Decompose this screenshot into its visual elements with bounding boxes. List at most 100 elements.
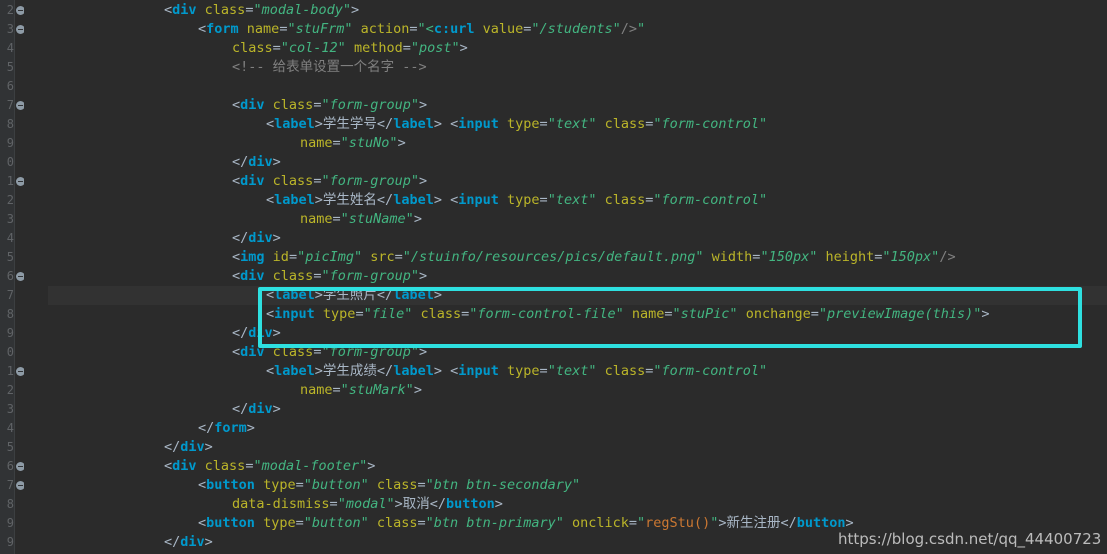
code-token-attr: class: [272, 97, 314, 113]
code-surface[interactable]: <div class="modal-body"> <form name="stuF…: [24, 0, 1107, 554]
code-line[interactable]: <label>学生学号</label> <input type="text" c…: [266, 115, 767, 134]
code-line[interactable]: <div class="form-group">: [232, 172, 427, 191]
code-line[interactable]: <div class="form-group">: [232, 267, 427, 286]
code-token-attr: name: [300, 211, 333, 227]
code-token-punc: <: [232, 249, 241, 265]
code-token-punc: >: [314, 192, 323, 208]
line-number: 7: [6, 288, 14, 302]
code-line[interactable]: <div class="modal-footer">: [164, 457, 375, 476]
code-token-val: "stuFrm": [287, 21, 353, 37]
code-line[interactable]: name="stuMark">: [300, 381, 422, 400]
code-token-tag: button: [206, 515, 255, 531]
code-token-punc: >: [419, 97, 428, 113]
code-token-punc: >: [351, 2, 360, 18]
code-line[interactable]: </div>: [232, 153, 281, 172]
code-token-punc: <: [266, 306, 275, 322]
code-line[interactable]: <form name="stuFrm" action="<c:url value…: [198, 20, 645, 39]
code-token-attr: class: [604, 192, 646, 208]
code-token-val: "picImg": [297, 249, 363, 265]
code-line[interactable]: class="col-12" method="post">: [232, 39, 468, 58]
code-line[interactable]: </div>: [232, 324, 281, 343]
code-token-punc: >: [433, 116, 442, 132]
code-token-val: "form-group": [321, 268, 419, 284]
code-token-attr: method: [353, 40, 403, 56]
code-line[interactable]: </div>: [232, 229, 281, 248]
code-token-punc: </: [164, 534, 181, 550]
code-token-attr: name: [631, 306, 665, 322]
code-token-val: "btn btn-secondary": [425, 477, 581, 493]
code-token-tag: label: [393, 287, 434, 303]
code-token-val: "col-12": [280, 40, 346, 56]
code-token-attr: type: [507, 192, 540, 208]
code-line[interactable]: <label>学生照片</label>: [266, 286, 442, 305]
code-token-punc: >: [272, 401, 281, 417]
code-token-val: "form-group": [321, 97, 419, 113]
code-token-attr: value: [482, 21, 524, 37]
code-token-val: "stuName": [340, 211, 414, 227]
code-line[interactable]: </div>: [164, 438, 213, 457]
code-token-tag: label: [393, 192, 434, 208]
code-line[interactable]: </form>: [198, 419, 255, 438]
code-line[interactable]: <label>学生姓名</label> <input type="text" c…: [266, 191, 767, 210]
line-number: 3: [6, 402, 14, 416]
code-token-punc: >: [413, 211, 422, 227]
code-token-attr: class: [232, 40, 273, 56]
code-line[interactable]: name="stuNo">: [300, 134, 406, 153]
code-token-punc: >: [413, 382, 422, 398]
code-token-tag: label: [274, 192, 315, 208]
code-line[interactable]: <img id="picImg" src="/stuinfo/resources…: [232, 248, 956, 267]
code-token-val: "modal-body": [253, 2, 351, 18]
code-line[interactable]: <!-- 给表单设置一个名字 -->: [232, 58, 427, 77]
code-line[interactable]: <div class="modal-body">: [164, 1, 359, 20]
code-token-punc: >: [272, 154, 281, 170]
code-token-punc: >: [204, 439, 213, 455]
code-token-eq: =: [417, 515, 426, 531]
code-token-tag: input: [274, 306, 315, 322]
code-line[interactable]: <button type="button" class="btn btn-pri…: [198, 514, 854, 533]
code-token-punc: >: [981, 306, 990, 322]
code-line[interactable]: <div class="form-group">: [232, 343, 427, 362]
code-token-eq: =: [539, 363, 548, 379]
code-token-tag: div: [248, 325, 273, 341]
code-token-val: "stuMark": [340, 382, 414, 398]
code-editor-window[interactable]: 23456789012345678901234567899 <div class…: [0, 0, 1107, 554]
code-token-punc: >: [272, 325, 281, 341]
code-token-js: regStu(): [645, 515, 711, 531]
code-token-val: "modal": [337, 496, 395, 512]
code-token-tag: label: [393, 116, 434, 132]
code-line[interactable]: data-dismiss="modal">取消</button>: [232, 495, 503, 514]
line-number: 5: [6, 440, 14, 454]
code-token-punc: >: [246, 420, 255, 436]
code-token-val: "/stuinfo/resources/pics/default.png": [402, 249, 704, 265]
code-token-attr: class: [272, 173, 314, 189]
code-token-text: 学生成绩: [322, 363, 377, 379]
code-token-tag: img: [240, 249, 265, 265]
code-line[interactable]: <input type="file" class="form-control-f…: [266, 305, 990, 324]
code-line[interactable]: </div>: [232, 400, 281, 419]
line-number: 0: [6, 345, 14, 359]
line-number: 3: [6, 22, 14, 36]
code-token-val: "form-group": [321, 344, 419, 360]
code-token-attr: name: [300, 135, 333, 151]
code-line[interactable]: </div>: [164, 533, 213, 552]
code-token-punc: <: [266, 287, 275, 303]
code-token-tag: div: [240, 268, 265, 284]
line-number: 2: [6, 383, 14, 397]
code-token-punc: >: [314, 287, 323, 303]
line-number: 6: [6, 269, 14, 283]
code-token-val: ": [637, 515, 646, 531]
code-line[interactable]: <button type="button" class="btn btn-sec…: [198, 476, 580, 495]
code-line[interactable]: name="stuName">: [300, 210, 422, 229]
code-line[interactable]: <div class="form-group">: [232, 96, 427, 115]
code-token-val: "button": [303, 477, 369, 493]
code-line[interactable]: <label>学生成绩</label> <input type="text" c…: [266, 362, 767, 381]
